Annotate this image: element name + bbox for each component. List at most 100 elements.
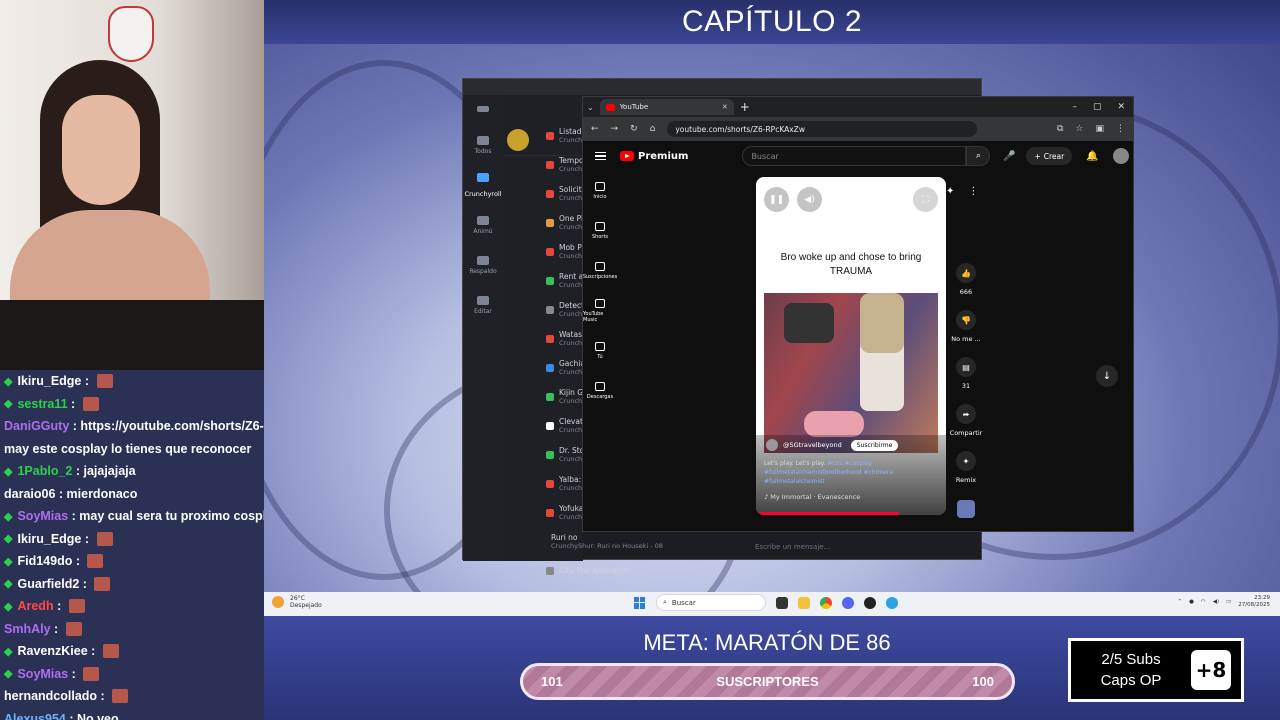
sidebar-item-you[interactable]: Tú (583, 331, 617, 371)
obs-icon[interactable] (864, 596, 876, 609)
chat-username[interactable]: Guarfield2 (17, 577, 79, 591)
search-button[interactable]: ⌕ (966, 146, 991, 166)
browser-window[interactable]: ⌄ YouTube ✕ + – ▢ ✕ ← → ↻ ⌂ youtube.com/… (582, 96, 1134, 532)
chat-username[interactable]: SmhAly (4, 622, 51, 636)
forward-icon[interactable]: → (611, 124, 619, 134)
youtube-brand[interactable]: Premium (638, 151, 688, 162)
chat-username[interactable]: hernandcollado (4, 689, 97, 703)
telegram-icon[interactable] (886, 596, 898, 609)
bookmark-star-icon[interactable]: ☆ (1075, 124, 1083, 134)
window-controls: – ▢ ✕ (1072, 102, 1133, 112)
chat-username[interactable]: sestra11 (17, 397, 67, 411)
guide-menu-icon[interactable] (595, 152, 606, 160)
windows-start-icon[interactable] (634, 596, 646, 609)
sidebar-item-youtube-music[interactable]: YouTube Music (583, 291, 617, 331)
tab-close-icon[interactable]: ✕ (722, 103, 728, 111)
tray-app-icon[interactable]: ● (1189, 599, 1194, 605)
more-options-icon[interactable]: ⋮ (968, 186, 978, 197)
maximize-button[interactable]: ▢ (1093, 102, 1102, 112)
sidebar-item-label: Descargas (586, 394, 614, 400)
short-progress-bar[interactable] (756, 512, 946, 515)
folder-editar[interactable]: Editar (463, 285, 503, 325)
chat-username[interactable]: 1Pablo_2 (17, 464, 72, 478)
chrome-icon[interactable] (820, 596, 832, 609)
weather-widget[interactable]: 26°C Despejado (272, 595, 322, 609)
share-button[interactable]: ➦ Compartir (950, 404, 982, 451)
chat-username[interactable]: SoyMias (17, 667, 68, 681)
folder-animu[interactable]: Animú (463, 205, 503, 245)
new-tab-button[interactable]: + (740, 100, 750, 114)
remix-top-icon[interactable]: ✦ (946, 186, 954, 197)
tray-chevron-icon[interactable]: ⌃ (1177, 599, 1182, 605)
battery-icon[interactable]: ▭ (1226, 599, 1231, 605)
minimize-button[interactable]: – (1072, 102, 1077, 112)
chat-username[interactable]: Fid149do (17, 554, 72, 568)
tab-youtube[interactable]: YouTube ✕ (599, 99, 734, 115)
chat-message: SmhAly : (0, 618, 264, 641)
reload-icon[interactable]: ↻ (630, 124, 638, 134)
notifications-bell-icon[interactable]: 🔔 (1086, 151, 1098, 162)
short-music[interactable]: ♪ My Immortal · Evanescence (764, 493, 860, 501)
downloads-icon (595, 382, 605, 391)
chapter-title: CAPÍTULO 2 (681, 5, 863, 38)
burger-icon[interactable] (463, 95, 503, 125)
home-icon[interactable]: ⌂ (650, 124, 656, 134)
messenger-titlebar[interactable] (463, 79, 981, 95)
file-explorer-icon[interactable] (798, 596, 810, 609)
short-video[interactable] (764, 293, 938, 453)
chat-username[interactable]: DaniGGuty (4, 419, 69, 433)
chat-username[interactable]: Aredh (17, 599, 53, 613)
channel-avatar[interactable] (766, 439, 778, 451)
pause-button[interactable]: ❚❚ (764, 187, 789, 212)
url-field[interactable]: youtube.com/shorts/Z6-RPcKAxZw (667, 121, 978, 137)
volume-icon[interactable]: ◀) (1213, 599, 1219, 605)
chat-username[interactable]: Alexus954 (4, 712, 66, 720)
like-button[interactable]: 👍 666 (956, 263, 976, 310)
account-avatar[interactable] (1112, 148, 1129, 164)
back-icon[interactable]: ← (591, 124, 599, 134)
install-icon[interactable]: ⧉ (1057, 124, 1063, 134)
close-window-button[interactable]: ✕ (1117, 102, 1125, 112)
short-player[interactable]: ❚❚ ◀) ⛶ Bro woke up and chose to bring T… (756, 177, 946, 515)
task-view-icon[interactable] (776, 596, 788, 609)
folder-respaldo[interactable]: Respaldo (463, 245, 503, 285)
wifi-icon[interactable]: ◠ (1201, 599, 1206, 605)
dislike-button[interactable]: 👎 No me ... (951, 310, 981, 357)
goal-title: META: MARATÓN DE 86 (643, 630, 891, 655)
fullscreen-button[interactable]: ⛶ (913, 187, 938, 212)
remix-button[interactable]: ✦ Remix (956, 451, 976, 498)
chat-username[interactable]: Ikiru_Edge (17, 532, 81, 546)
channel-name[interactable]: @SGtravelbeyond (783, 441, 842, 449)
tab-menu-icon[interactable]: ⌄ (587, 103, 594, 112)
youtube-logo-icon[interactable] (620, 151, 634, 161)
extensions-icon[interactable]: ▣ (1095, 124, 1104, 134)
sound-thumbnail[interactable] (957, 500, 975, 518)
create-button[interactable]: + Crear (1026, 147, 1073, 165)
chat-username[interactable]: SoyMias (17, 509, 68, 523)
chat-username[interactable]: daraio06 (4, 487, 55, 501)
comments-button[interactable]: ▤ 31 (956, 357, 976, 404)
message-composer[interactable]: Escribe un mensaje... (755, 543, 830, 551)
chat-list-item[interactable]: City The Animation (543, 556, 663, 585)
chat-icon (546, 392, 554, 401)
next-short-button[interactable]: ↓ (1096, 365, 1118, 387)
badge-icon: ◆ (4, 600, 13, 613)
folder-todos[interactable]: Todos (463, 125, 503, 165)
sidebar-item-home[interactable]: Inicio (583, 171, 617, 211)
discord-icon[interactable] (842, 596, 854, 609)
menu-dots-icon[interactable]: ⋮ (1116, 124, 1125, 134)
youtube-sidebar: Inicio Shorts Suscripciones YouTube Music Tú… (583, 171, 617, 411)
folder-crunchyroll[interactable]: Crunchyroll (463, 165, 503, 205)
sidebar-item-downloads[interactable]: Descargas (583, 371, 617, 411)
sidebar-item-subscriptions[interactable]: Suscripciones (583, 251, 617, 291)
taskbar-search[interactable]: ⌕ Buscar (656, 594, 766, 611)
chat-message: may este cosplay lo tienes que reconocer (0, 438, 264, 461)
sidebar-item-shorts[interactable]: Shorts (583, 211, 617, 251)
tray-clock[interactable]: 23:29 27/08/2025 (1238, 595, 1270, 609)
chat-username[interactable]: Ikiru_Edge (17, 374, 81, 388)
mic-icon[interactable]: 🎤 (1000, 147, 1018, 165)
volume-button[interactable]: ◀) (797, 187, 822, 212)
chat-username[interactable]: RavenzKiee (17, 644, 87, 658)
subscribe-button[interactable]: Suscribirme (850, 439, 899, 451)
search-input[interactable]: Buscar (742, 146, 967, 166)
